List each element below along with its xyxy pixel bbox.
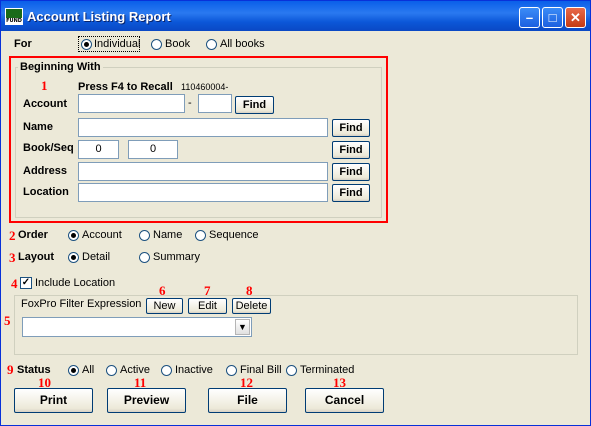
filter-new-button[interactable]: New <box>146 298 183 314</box>
order-sequence-radio[interactable] <box>195 230 206 241</box>
marker-5: 5 <box>4 313 11 328</box>
layout-detail-label: Detail <box>82 251 111 263</box>
find-account-button[interactable]: Find <box>235 96 274 114</box>
name-field[interactable] <box>78 118 328 137</box>
marker-1: 1 <box>41 78 48 93</box>
filter-label: FoxPro Filter Expression <box>21 298 142 310</box>
for-book-radio[interactable] <box>151 39 162 50</box>
status-terminated-radio[interactable] <box>286 365 297 376</box>
marker-6: 6 <box>159 283 166 298</box>
book-field[interactable]: 0 <box>78 140 119 159</box>
location-label: Location <box>23 186 69 198</box>
recall-value: 110460004- <box>181 82 229 92</box>
name-label: Name <box>23 121 53 133</box>
layout-summary-label: Summary <box>153 251 201 263</box>
marker-4: 4 <box>11 276 18 291</box>
order-sequence-label: Sequence <box>209 229 259 241</box>
marker-3: 3 <box>9 250 16 265</box>
account-dash: - <box>188 97 192 109</box>
marker-2: 2 <box>9 228 16 243</box>
status-inactive-radio[interactable] <box>161 365 172 376</box>
app-icon: FUND <box>5 8 23 25</box>
marker-9: 9 <box>7 362 14 377</box>
status-final-bill-radio[interactable] <box>226 365 237 376</box>
account-field[interactable] <box>78 94 185 113</box>
include-location-checkbox[interactable]: ✓ <box>20 277 32 289</box>
file-button[interactable]: File <box>208 388 287 413</box>
marker-7: 7 <box>204 283 211 298</box>
for-all-books-label: All books <box>220 38 265 50</box>
close-icon: ✕ <box>570 10 581 25</box>
order-name-radio[interactable] <box>139 230 150 241</box>
minimize-icon: – <box>525 10 534 25</box>
status-active-radio[interactable] <box>106 365 117 376</box>
minimize-button[interactable]: – <box>519 7 540 28</box>
checkmark-icon: ✓ <box>21 277 31 288</box>
maximize-icon: □ <box>548 10 557 25</box>
cancel-button[interactable]: Cancel <box>305 388 384 413</box>
account-suffix-field[interactable] <box>198 94 232 113</box>
for-book-label: Book <box>165 38 191 50</box>
bookseq-label: Book/Seq <box>23 142 74 154</box>
order-label: Order <box>18 229 48 241</box>
account-label: Account <box>23 98 67 110</box>
location-field[interactable] <box>78 183 328 202</box>
for-individual-radio[interactable] <box>81 39 92 50</box>
recall-hint: Press F4 to Recall <box>78 81 173 93</box>
find-location-button[interactable]: Find <box>332 184 370 202</box>
order-account-label: Account <box>82 229 122 241</box>
order-account-radio[interactable] <box>68 230 79 241</box>
layout-label: Layout <box>18 251 55 263</box>
window-title: Account Listing Report <box>27 9 171 24</box>
chevron-down-icon[interactable]: ▼ <box>235 319 250 335</box>
preview-button[interactable]: Preview <box>107 388 186 413</box>
status-all-radio[interactable] <box>68 365 79 376</box>
layout-detail-radio[interactable] <box>68 252 79 263</box>
title-bar[interactable]: FUND Account Listing Report – □ ✕ <box>1 1 590 31</box>
address-field[interactable] <box>78 162 328 181</box>
find-address-button[interactable]: Find <box>332 163 370 181</box>
maximize-button[interactable]: □ <box>542 7 563 28</box>
for-label: For <box>14 38 32 50</box>
print-button[interactable]: Print <box>14 388 93 413</box>
filter-delete-button[interactable]: Delete <box>232 298 271 314</box>
status-inactive-label: Inactive <box>175 364 213 376</box>
status-all-label: All <box>82 364 95 376</box>
app-icon-label: FUND <box>6 18 22 24</box>
for-all-books-radio[interactable] <box>206 39 217 50</box>
include-location-label: Include Location <box>35 277 116 289</box>
beginning-with-title: Beginning With <box>18 61 103 73</box>
find-name-button[interactable]: Find <box>332 119 370 137</box>
for-individual-label: Individual <box>94 38 141 50</box>
filter-expression-combo[interactable]: ▼ <box>22 317 252 337</box>
find-bookseq-button[interactable]: Find <box>332 141 370 159</box>
address-label: Address <box>23 165 68 177</box>
layout-summary-radio[interactable] <box>139 252 150 263</box>
status-terminated-label: Terminated <box>300 364 355 376</box>
order-name-label: Name <box>153 229 183 241</box>
marker-8: 8 <box>246 283 253 298</box>
filter-edit-button[interactable]: Edit <box>188 298 227 314</box>
seq-field[interactable]: 0 <box>128 140 178 159</box>
close-button[interactable]: ✕ <box>565 7 586 28</box>
account-listing-window: FUND Account Listing Report – □ ✕ For In… <box>0 0 591 426</box>
